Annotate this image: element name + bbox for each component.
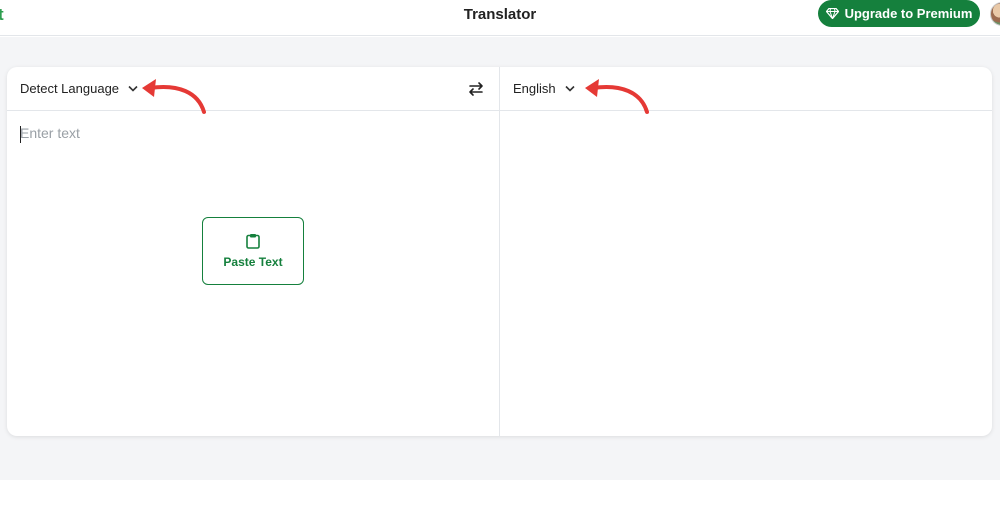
arrow-annotation <box>142 79 206 114</box>
chevron-down-icon <box>565 85 575 92</box>
target-language-select[interactable]: English <box>513 81 575 96</box>
top-bar: t Translator Upgrade to Premium <box>0 0 1000 36</box>
swap-languages-icon[interactable] <box>466 79 486 99</box>
paste-text-label: Paste Text <box>223 255 283 269</box>
column-divider <box>499 67 500 436</box>
upgrade-to-premium-button[interactable]: Upgrade to Premium <box>818 0 980 27</box>
target-language-label: English <box>513 81 556 96</box>
translator-panel: Detect Language English Paste Text <box>7 67 992 436</box>
upgrade-label: Upgrade to Premium <box>844 6 973 21</box>
source-language-label: Detect Language <box>20 81 120 96</box>
diamond-icon <box>825 8 839 19</box>
source-language-select[interactable]: Detect Language <box>20 81 138 96</box>
text-caret <box>20 126 21 143</box>
clipboard-icon <box>246 234 260 249</box>
arrow-annotation <box>585 79 649 114</box>
chevron-down-icon <box>128 85 138 92</box>
paste-text-button[interactable]: Paste Text <box>202 217 304 285</box>
